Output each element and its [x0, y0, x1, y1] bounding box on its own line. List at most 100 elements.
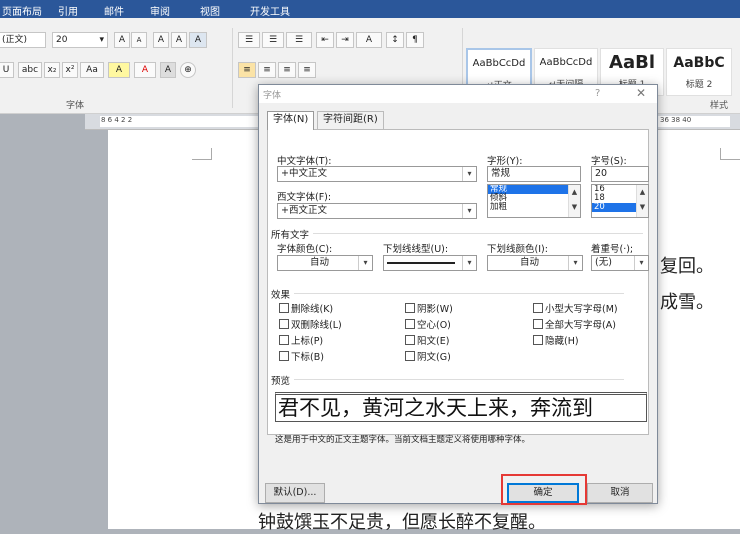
all-caps-checkbox[interactable]: 全部大写字母(A)	[533, 319, 616, 331]
font-color-combo[interactable]: 自动 ▾	[277, 255, 373, 271]
enclose-char-button[interactable]: ⊕	[180, 62, 196, 78]
dialog-title: 字体	[263, 91, 282, 101]
superscript-button[interactable]: x²	[62, 62, 78, 78]
bullets-button[interactable]: ☰	[238, 32, 260, 48]
increase-indent-button[interactable]: ⇥	[336, 32, 354, 48]
multilevel-list-button[interactable]: ☰	[286, 32, 312, 48]
align-center-button[interactable]: ≡	[258, 62, 276, 78]
help-icon[interactable]: ?	[595, 88, 600, 99]
underline-color-combo[interactable]: 自动 ▾	[487, 255, 583, 271]
list-scrollbar[interactable]: ▲ ▼	[568, 185, 580, 217]
font-name-combo[interactable]: (正文)	[0, 32, 46, 48]
checkbox-icon[interactable]	[279, 319, 289, 329]
font-dialog: 字体 ? ✕ 字体(N) 字符间距(R) 中文字体(T): +中文正文 ▾ 西文字…	[258, 84, 658, 504]
numbering-button[interactable]: ☰	[262, 32, 284, 48]
style-sample: AaBbCcDd	[472, 58, 526, 69]
strikethrough-checkbox[interactable]: 删除线(K)	[279, 303, 333, 315]
checkbox-icon[interactable]	[279, 303, 289, 313]
chevron-down-icon[interactable]: ▾	[568, 256, 582, 270]
chevron-down-icon[interactable]: ▾	[462, 256, 476, 270]
underline-button[interactable]: U	[0, 62, 14, 78]
show-marks-button[interactable]: ¶	[406, 32, 424, 48]
decrease-indent-button[interactable]: ⇤	[316, 32, 334, 48]
size-label: 字号(S):	[591, 156, 627, 167]
checkbox-icon[interactable]	[533, 303, 543, 313]
style-label: 字形(Y):	[487, 156, 523, 167]
hidden-checkbox[interactable]: 隐藏(H)	[533, 335, 579, 347]
tab-view[interactable]: 视图	[200, 3, 220, 18]
checkbox-icon[interactable]	[405, 303, 415, 313]
subscript-checkbox[interactable]: 下标(B)	[279, 351, 324, 363]
style-input[interactable]: 常规	[487, 166, 581, 182]
double-strikethrough-checkbox[interactable]: 双删除线(L)	[279, 319, 342, 331]
cn-font-combo[interactable]: +中文正文 ▾	[277, 166, 477, 182]
subscript-button[interactable]: x₂	[44, 62, 60, 78]
group-label-font: 字体	[66, 101, 85, 111]
doc-line-2[interactable]: 成雪。	[660, 288, 714, 314]
checkbox-icon[interactable]	[405, 319, 415, 329]
outline-checkbox[interactable]: 空心(O)	[405, 319, 451, 331]
font-color-value: 自动	[309, 257, 329, 268]
close-icon[interactable]: ✕	[636, 86, 646, 100]
doc-line-1[interactable]: 复回。	[660, 252, 714, 278]
font-preview: 君不见，黄河之水天上来，奔流到	[275, 392, 647, 422]
align-left-button[interactable]: ≡	[238, 62, 256, 78]
align-right-button[interactable]: ≡	[278, 62, 296, 78]
change-case-button[interactable]: Aa	[80, 62, 104, 78]
clear-format-button[interactable]: A	[153, 32, 169, 48]
style-option-bold[interactable]: 加粗	[488, 203, 580, 212]
size-list[interactable]: 16 18 20 ▲ ▼	[591, 184, 649, 218]
checkbox-icon[interactable]	[279, 335, 289, 345]
tab-mailings[interactable]: 邮件	[104, 3, 124, 18]
style-list[interactable]: 常规 倾斜 加粗 ▲ ▼	[487, 184, 581, 218]
chinese-layout-button[interactable]: A	[356, 32, 382, 48]
style-heading-2[interactable]: AaBbC 标题 2	[666, 48, 732, 96]
style-sample: AaBbC	[673, 55, 725, 71]
list-scrollbar[interactable]: ▲ ▼	[636, 185, 648, 217]
char-shading-button[interactable]: A	[160, 62, 176, 78]
underline-type-combo[interactable]: ▾	[383, 255, 477, 271]
cancel-button[interactable]: 取消	[587, 483, 653, 503]
checkbox-icon[interactable]	[533, 319, 543, 329]
ruler-marks: 8 6 4 2 2	[101, 116, 133, 124]
checkbox-icon[interactable]	[533, 335, 543, 345]
highlight-color-button[interactable]: A	[108, 62, 130, 78]
font-color-button[interactable]: A	[134, 62, 156, 78]
emphasis-combo[interactable]: (无) ▾	[591, 255, 649, 271]
tab-char-spacing[interactable]: 字符间距(R)	[317, 111, 384, 129]
tab-references[interactable]: 引用	[58, 3, 78, 18]
checkbox-label: 双删除线(L)	[291, 320, 342, 331]
emboss-checkbox[interactable]: 阳文(E)	[405, 335, 449, 347]
set-default-button[interactable]: 默认(D)...	[265, 483, 325, 503]
chevron-down-icon[interactable]: ▾	[462, 167, 476, 181]
superscript-checkbox[interactable]: 上标(P)	[279, 335, 323, 347]
engrave-checkbox[interactable]: 阴文(G)	[405, 351, 451, 363]
tab-font[interactable]: 字体(N)	[267, 111, 315, 130]
tab-developer[interactable]: 开发工具	[250, 3, 290, 18]
sort-button[interactable]: ↕	[386, 32, 404, 48]
chevron-down-icon: ▾	[99, 35, 104, 45]
shrink-font-button[interactable]: A	[131, 32, 147, 48]
margin-corner-mark	[192, 148, 212, 160]
west-font-combo[interactable]: +西文正文 ▾	[277, 203, 477, 219]
phonetic-guide-button[interactable]: A	[171, 32, 187, 48]
ribbon-tab-bar: 页面布局 引用 邮件 审阅 视图 开发工具	[0, 0, 740, 18]
chevron-down-icon[interactable]: ▾	[358, 256, 372, 270]
chevron-down-icon[interactable]: ▾	[634, 256, 648, 270]
shadow-checkbox[interactable]: 阴影(W)	[405, 303, 453, 315]
checkbox-icon[interactable]	[405, 351, 415, 361]
tab-review[interactable]: 审阅	[150, 3, 170, 18]
strikethrough-button[interactable]: abc	[18, 62, 42, 78]
checkbox-icon[interactable]	[279, 351, 289, 361]
justify-button[interactable]: ≡	[298, 62, 316, 78]
size-input[interactable]: 20	[591, 166, 649, 182]
small-caps-checkbox[interactable]: 小型大写字母(M)	[533, 303, 618, 315]
font-size-combo[interactable]: 20 ▾	[52, 32, 108, 48]
checkbox-icon[interactable]	[405, 335, 415, 345]
grow-font-button[interactable]: A	[114, 32, 130, 48]
tab-page-layout[interactable]: 页面布局	[2, 3, 42, 18]
doc-line-bottom[interactable]: 钟鼓馔玉不足贵，但愿长醉不复醒。	[258, 508, 546, 534]
underline-color-value: 自动	[519, 257, 539, 268]
chevron-down-icon[interactable]: ▾	[462, 204, 476, 218]
char-border-button[interactable]: A	[189, 32, 207, 48]
